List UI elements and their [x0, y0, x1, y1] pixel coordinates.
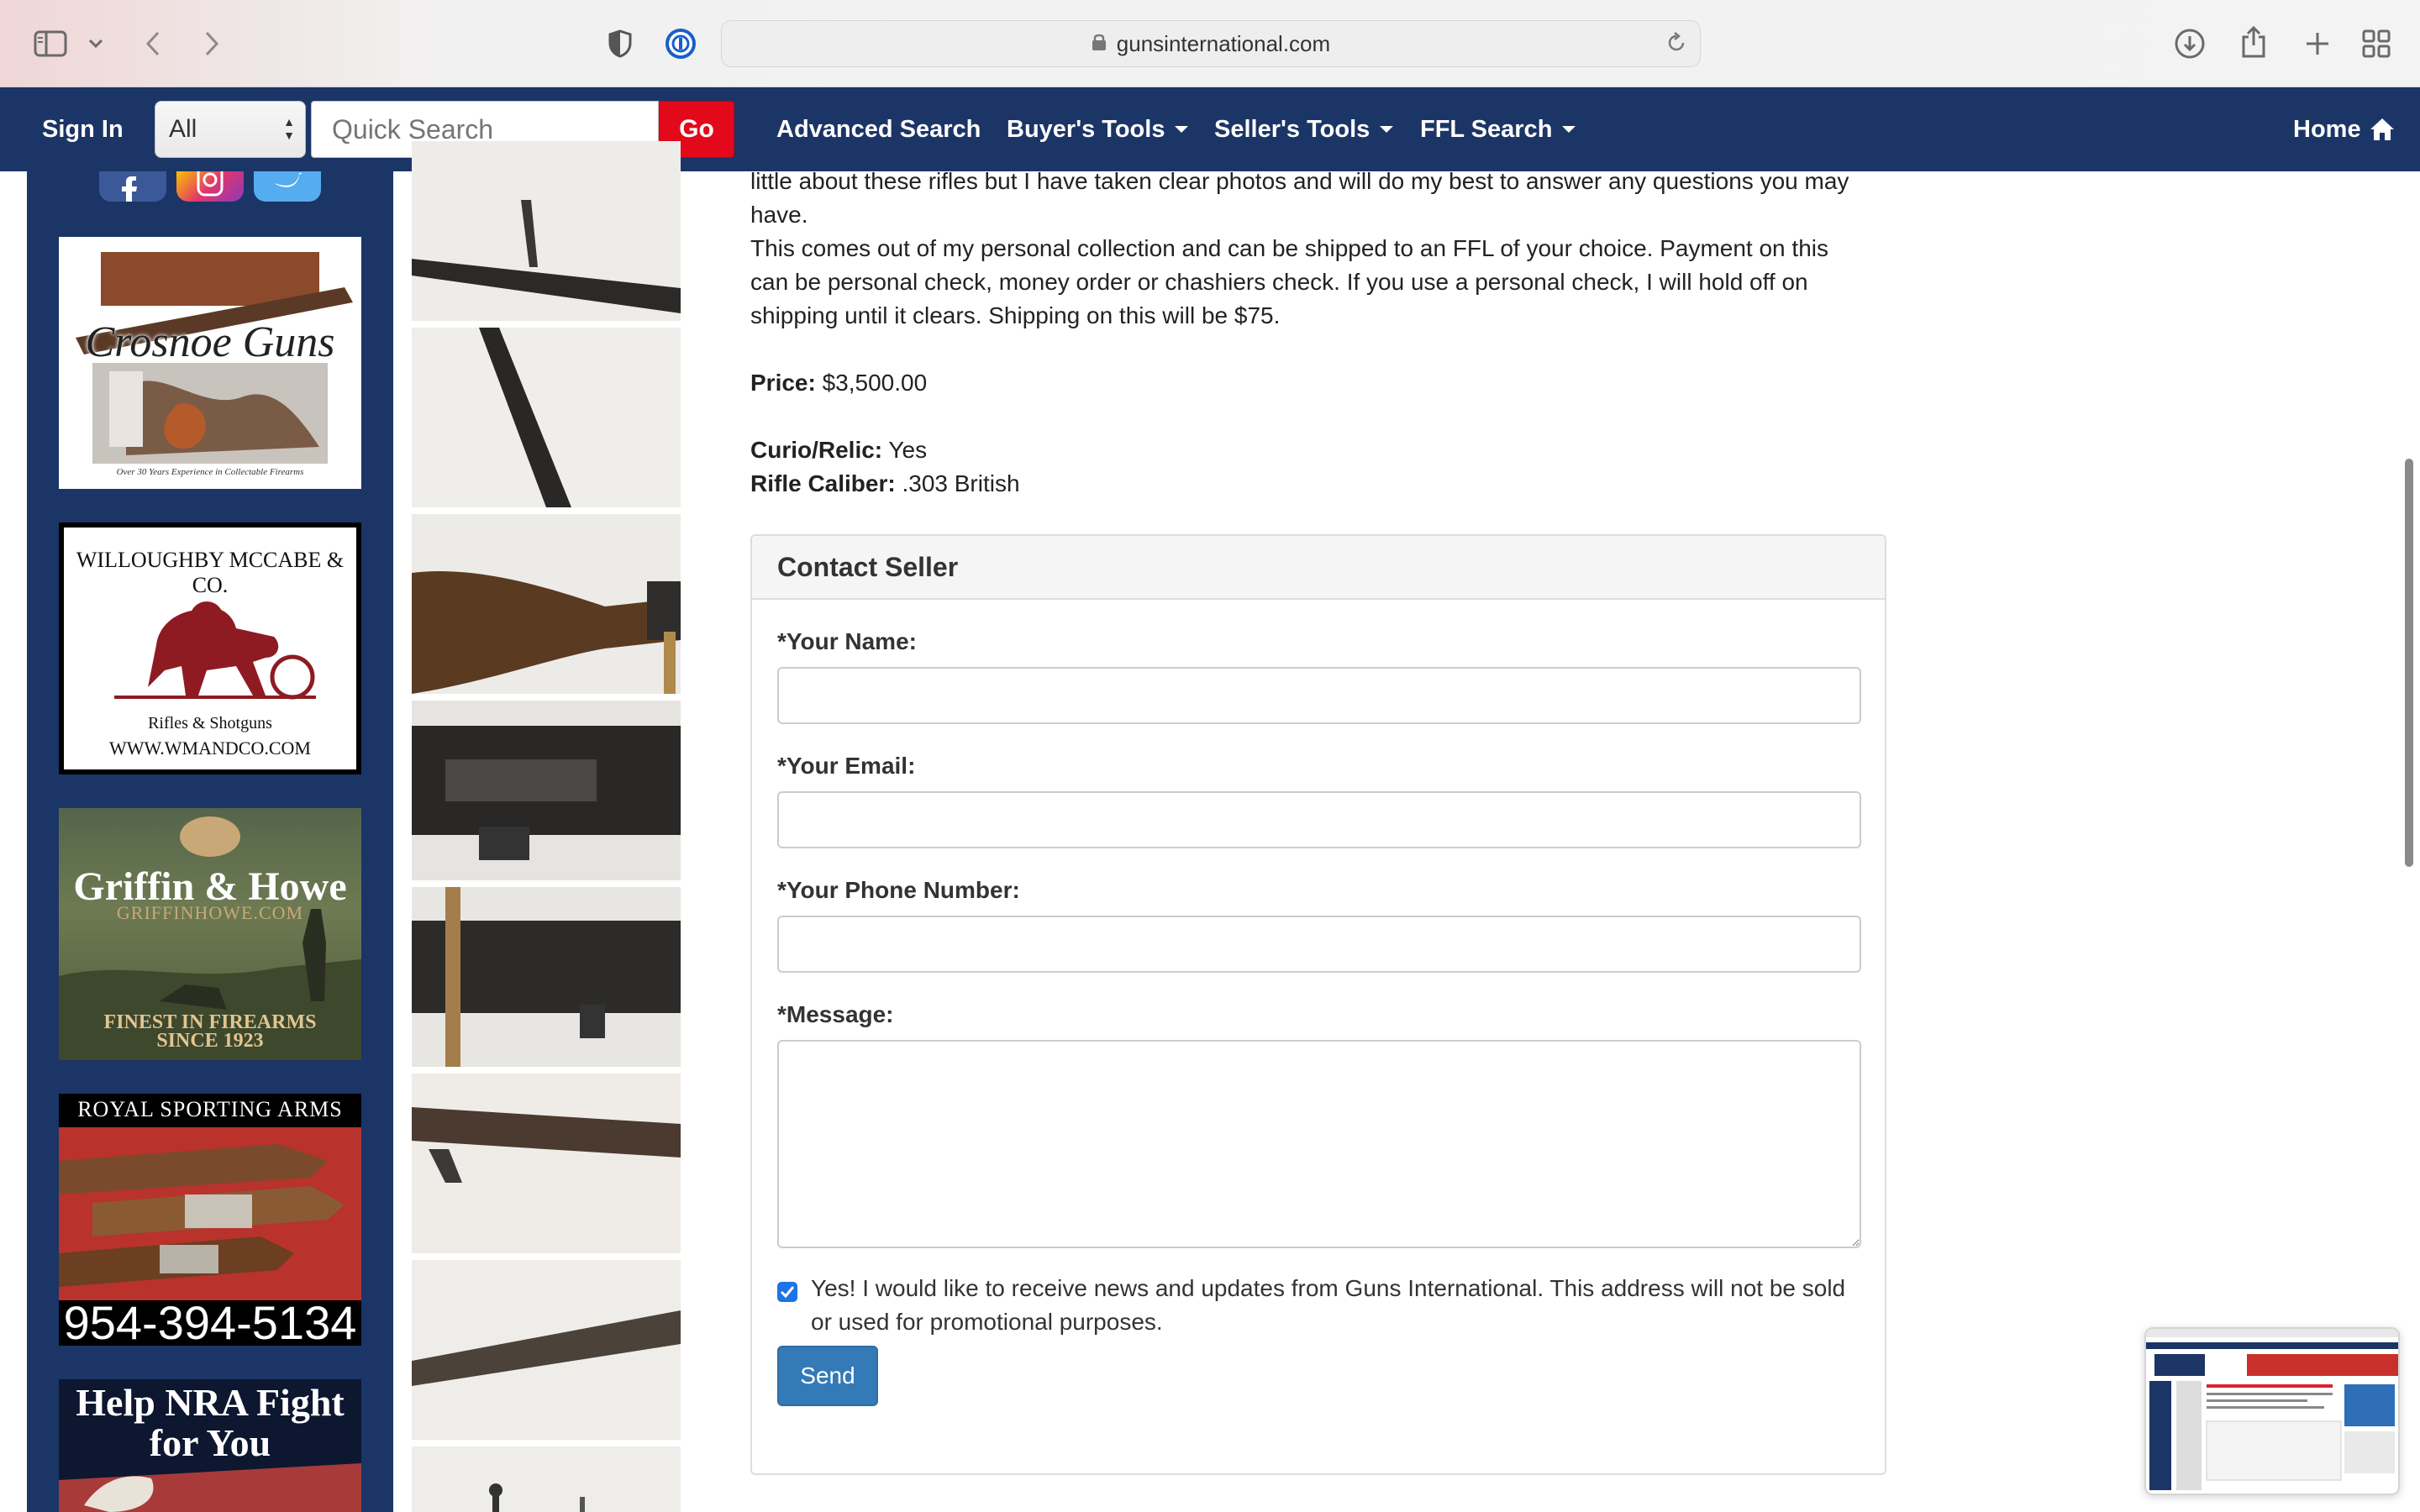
listing-thumbnail[interactable] [412, 1074, 681, 1253]
send-button[interactable]: Send [777, 1346, 878, 1406]
listing-thumbnail[interactable] [412, 141, 681, 321]
ffl-search-menu[interactable]: FFL Search [1420, 87, 1576, 171]
listing-thumbnail[interactable] [412, 701, 681, 880]
home-label: Home [2293, 115, 2361, 143]
sellers-tools-menu[interactable]: Seller's Tools [1214, 87, 1394, 171]
price-value: $3,500.00 [822, 370, 928, 396]
category-select-value: All [169, 115, 197, 143]
listing-description-line: can be personal check, money order or ch… [750, 269, 1808, 295]
caret-down-icon [1175, 126, 1189, 133]
share-icon[interactable] [2235, 22, 2272, 62]
reload-icon[interactable] [1665, 31, 1688, 60]
your-email-input[interactable] [777, 791, 1861, 848]
browser-toolbar: gunsinternational.com [0, 0, 2420, 87]
ad-rsa-title: ROYAL SPORTING ARMS [77, 1097, 343, 1121]
url-text: gunsinternational.com [1116, 30, 1331, 56]
twitter-icon[interactable] [254, 171, 321, 202]
your-email-label: *Your Email: [777, 753, 916, 779]
home-icon [2370, 118, 2395, 141]
ad-royal-sporting-arms[interactable]: ROYAL SPORTING ARMS 954-394-5134 [59, 1094, 361, 1346]
home-link[interactable]: Home [2293, 87, 2395, 171]
listing-thumbnail[interactable] [412, 514, 681, 694]
ad-wm-url: WWW.WMANDCO.COM [109, 738, 311, 759]
ad-rsa-phone: 954-394-5134 [63, 1296, 357, 1346]
listing-thumbnail[interactable] [412, 328, 681, 507]
buyers-tools-label: Buyer's Tools [1007, 115, 1165, 143]
message-textarea[interactable] [777, 1040, 1861, 1248]
ad-help-nra[interactable]: Help NRA Fight for You [59, 1379, 361, 1512]
address-bar[interactable]: gunsinternational.com [721, 20, 1701, 67]
curio-relic-label: Curio/Relic: [750, 437, 883, 463]
download-icon[interactable] [2171, 25, 2208, 62]
lock-icon [1092, 31, 1107, 57]
ad-gh-url: GRIFFINHOWE.COM [116, 902, 304, 923]
instagram-icon[interactable] [176, 163, 244, 202]
checkmark-icon [780, 1286, 795, 1299]
ffl-search-label: FFL Search [1420, 115, 1553, 143]
rifle-caliber-value: .303 British [902, 470, 1020, 496]
listing-description-line: shipping until it clears. Shipping on th… [750, 302, 1281, 328]
select-arrows-icon: ▲ ▼ [283, 115, 295, 142]
password-manager-icon[interactable] [664, 27, 697, 60]
listing-description-line: This comes out of my personal collection… [750, 235, 1828, 261]
listing-thumbnail[interactable] [412, 1446, 681, 1512]
ad-gh-sub: FINEST IN FIREARMS SINCE 1923 [103, 1011, 317, 1052]
back-arrow-icon[interactable] [139, 27, 166, 60]
your-name-label: *Your Name: [777, 628, 917, 654]
lion-emblem-icon [114, 601, 316, 700]
sidebar-toggle-icon[interactable] [32, 27, 69, 60]
facebook-icon[interactable] [99, 171, 166, 202]
ad-crosnoe-guns[interactable]: Crosnoe Guns Over 30 Years Experience in… [59, 237, 361, 489]
listing-description-line: little about these rifles but I have tak… [750, 168, 1849, 194]
privacy-shield-icon[interactable] [603, 27, 637, 60]
newsletter-checkbox[interactable] [777, 1282, 797, 1302]
ad-crosnoe-sub: Over 30 Years Experience in Collectable … [116, 467, 304, 477]
caret-down-icon [1380, 126, 1394, 133]
advanced-search-link[interactable]: Advanced Search [776, 87, 981, 171]
listing-thumbnail[interactable] [412, 1260, 681, 1440]
rifle-caliber-row: Rifle Caliber: .303 British [750, 467, 1020, 501]
ad-crosnoe-title: Crosnoe Guns [85, 318, 335, 366]
sign-in-link[interactable]: Sign In [42, 87, 124, 171]
your-phone-label: *Your Phone Number: [777, 877, 1020, 903]
listing-thumbnail[interactable] [412, 887, 681, 1067]
tab-overview-icon[interactable] [2358, 25, 2395, 62]
price-row: Price: $3,500.00 [750, 366, 927, 400]
newsletter-label: Yes! I would like to receive news and up… [811, 1275, 1846, 1335]
ad-griffin-howe[interactable]: Griffin & Howe GRIFFINHOWE.COM FINEST IN… [59, 808, 361, 1060]
left-sidebar: Crosnoe Guns Over 30 Years Experience in… [27, 163, 393, 1512]
price-label: Price: [750, 370, 816, 396]
chevron-down-icon[interactable] [84, 32, 108, 55]
curio-relic-row: Curio/Relic: Yes [750, 433, 927, 467]
message-label: *Message: [777, 1001, 894, 1027]
contact-seller-panel: Contact Seller *Your Name: *Your Email: … [750, 534, 1886, 1475]
curio-relic-value: Yes [888, 437, 928, 463]
page-preview-thumbnail[interactable] [2144, 1327, 2400, 1495]
rifle-caliber-label: Rifle Caliber: [750, 470, 896, 496]
listing-description-line: have. [750, 202, 808, 228]
scrollbar-thumb[interactable] [2405, 459, 2413, 867]
contact-seller-title: Contact Seller [752, 536, 1885, 600]
ad-nra-title: Help NRA Fight for You [76, 1381, 345, 1464]
your-phone-input[interactable] [777, 916, 1861, 973]
your-name-input[interactable] [777, 667, 1861, 724]
sellers-tools-label: Seller's Tools [1214, 115, 1370, 143]
forward-arrow-icon[interactable] [198, 27, 225, 60]
ad-willoughby-mccabe[interactable]: WILLOUGHBY MCCABE & CO. Rifles & Shotgun… [59, 522, 361, 774]
ad-wm-sub: Rifles & Shotguns [148, 714, 272, 732]
new-tab-plus-icon[interactable] [2299, 25, 2336, 62]
buyers-tools-menu[interactable]: Buyer's Tools [1007, 87, 1189, 171]
page-root: gunsinternational.com Sign In Advanced S… [0, 0, 2420, 1512]
caret-down-icon [1562, 126, 1576, 133]
category-select[interactable]: All ▲ ▼ [155, 101, 306, 158]
